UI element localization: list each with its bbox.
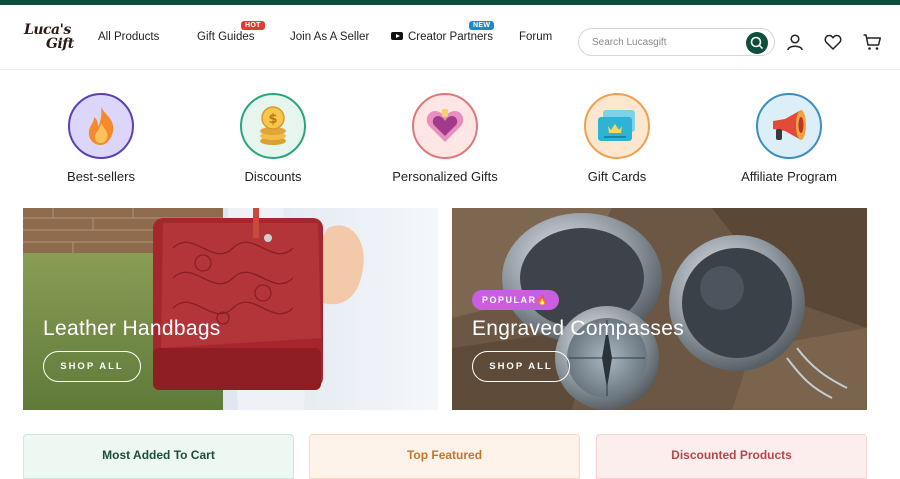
- category-gift-cards[interactable]: Gift Cards: [542, 93, 692, 184]
- category-circle: [68, 93, 134, 159]
- nav-all-products[interactable]: All Products: [98, 31, 159, 43]
- search-input[interactable]: [592, 35, 732, 50]
- fire-icon: [88, 107, 114, 145]
- nav-gift-guides-label: Gift Guides: [197, 31, 255, 43]
- logo-line-1: Luca's: [24, 22, 71, 38]
- popular-tag: POPULAR🔥: [472, 290, 560, 310]
- nav-creator-partners-label: Creator Partners: [408, 31, 494, 43]
- category-label: Gift Cards: [587, 169, 647, 184]
- category-best-sellers[interactable]: Best-sellers: [26, 93, 176, 184]
- hot-badge: HOT: [241, 21, 265, 30]
- cart-icon[interactable]: [862, 32, 882, 52]
- nav-forum[interactable]: Forum: [519, 31, 552, 43]
- svg-text:$: $: [268, 112, 277, 127]
- nav-creator-partners[interactable]: Creator Partners NEW: [391, 21, 495, 43]
- banner-engraved-compasses[interactable]: POPULAR🔥 Engraved Compasses SHOP ALL: [452, 208, 867, 410]
- heart-icon[interactable]: [823, 32, 843, 52]
- category-label: Best-sellers: [67, 169, 135, 184]
- category-label: Discounts: [244, 169, 302, 184]
- category-circle: [584, 93, 650, 159]
- heart-gift-icon: [426, 109, 464, 142]
- shop-all-button[interactable]: SHOP ALL: [43, 351, 141, 382]
- megaphone-icon: [773, 110, 806, 140]
- category-personalized-gifts[interactable]: Personalized Gifts: [370, 93, 520, 184]
- section-discounted-products[interactable]: Discounted Products: [596, 434, 867, 479]
- section-top-featured[interactable]: Top Featured: [309, 434, 580, 479]
- logo-line-2: Gift: [46, 36, 74, 52]
- category-affiliate-program[interactable]: Affiliate Program: [714, 93, 864, 184]
- search-button[interactable]: [746, 32, 768, 54]
- nav-gift-guides[interactable]: Gift Guides HOT: [197, 21, 265, 43]
- coins-icon: $: [260, 106, 286, 145]
- banner-title: Leather Handbags: [43, 317, 221, 340]
- search-icon: [750, 36, 763, 49]
- category-label: Personalized Gifts: [392, 169, 498, 184]
- banner-title: Engraved Compasses: [472, 317, 685, 340]
- section-most-added-to-cart[interactable]: Most Added To Cart: [23, 434, 294, 479]
- site-logo[interactable]: Luca's Gift: [24, 23, 76, 51]
- search-box: [578, 28, 775, 56]
- nav-join-as-seller[interactable]: Join As A Seller: [290, 31, 369, 43]
- new-badge: NEW: [469, 21, 495, 30]
- banner-leather-handbags[interactable]: Leather Handbags SHOP ALL: [23, 208, 438, 410]
- user-icon[interactable]: [785, 32, 805, 52]
- youtube-icon: [391, 31, 403, 40]
- category-circle: [756, 93, 822, 159]
- gift-card-icon: [598, 110, 635, 141]
- shop-all-button[interactable]: SHOP ALL: [472, 351, 570, 382]
- category-circle: $: [240, 93, 306, 159]
- category-label: Affiliate Program: [741, 169, 837, 184]
- site-header: Luca's Gift All Products Gift Guides HOT…: [0, 5, 900, 70]
- category-discounts[interactable]: $ Discounts: [198, 93, 348, 184]
- category-circle: [412, 93, 478, 159]
